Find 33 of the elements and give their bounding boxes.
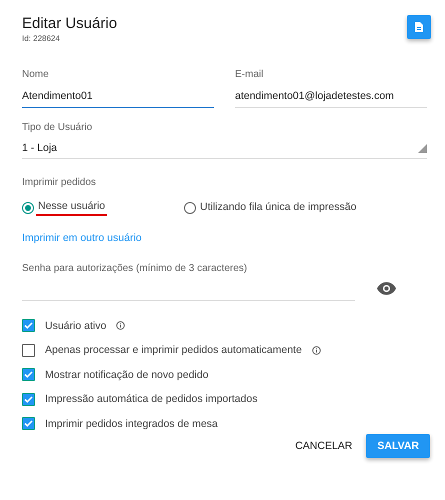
checkbox-label: Usuário ativo [45,320,106,332]
underlined-label: Nesse usuário [36,200,108,216]
text-field[interactable]: Atendimento01 [22,80,214,108]
checkbox[interactable] [22,319,35,332]
check-icon [24,371,33,378]
radio-button[interactable] [22,202,34,214]
check-icon [24,322,33,329]
radio-button[interactable] [184,202,196,214]
field-label: Nome [22,69,50,80]
radio-label: Utilizando fila única de impressão [199,201,358,215]
field-label: E-mail [235,69,264,80]
checkbox-label: Apenas processar e imprimir pedidos automaticamente [45,344,302,356]
document-button[interactable] [407,15,431,39]
checkbox[interactable] [22,368,35,381]
checkbox[interactable] [22,344,35,356]
dropdown-corner-icon [418,144,427,152]
field-label: Senha para autorizações (mínimo de 3 caracteres) [22,263,248,274]
check-icon [24,396,33,402]
section-label: Imprimir pedidos [22,177,97,188]
field-label: Tipo de Usuário [22,122,94,133]
dialog-title: Editar Usuário [22,15,118,32]
checkbox[interactable] [22,392,35,406]
eye-icon[interactable] [377,282,396,295]
text-field[interactable]: atendimento01@lojadetestes.com [235,80,427,108]
checkbox[interactable] [22,417,35,430]
user-id: Id: 228624 [22,34,61,43]
checkbox-label: Mostrar notificação de novo pedido [45,368,208,380]
checkbox-label: Imprimir pedidos integrados de mesa [45,418,218,430]
cancel-button[interactable]: CANCELAR [295,434,352,458]
checkbox-label: Impressão automática de pedidos importados [45,393,258,405]
select-field[interactable]: 1 - Loja [22,133,427,159]
check-icon [24,420,33,427]
document-icon [415,22,423,32]
